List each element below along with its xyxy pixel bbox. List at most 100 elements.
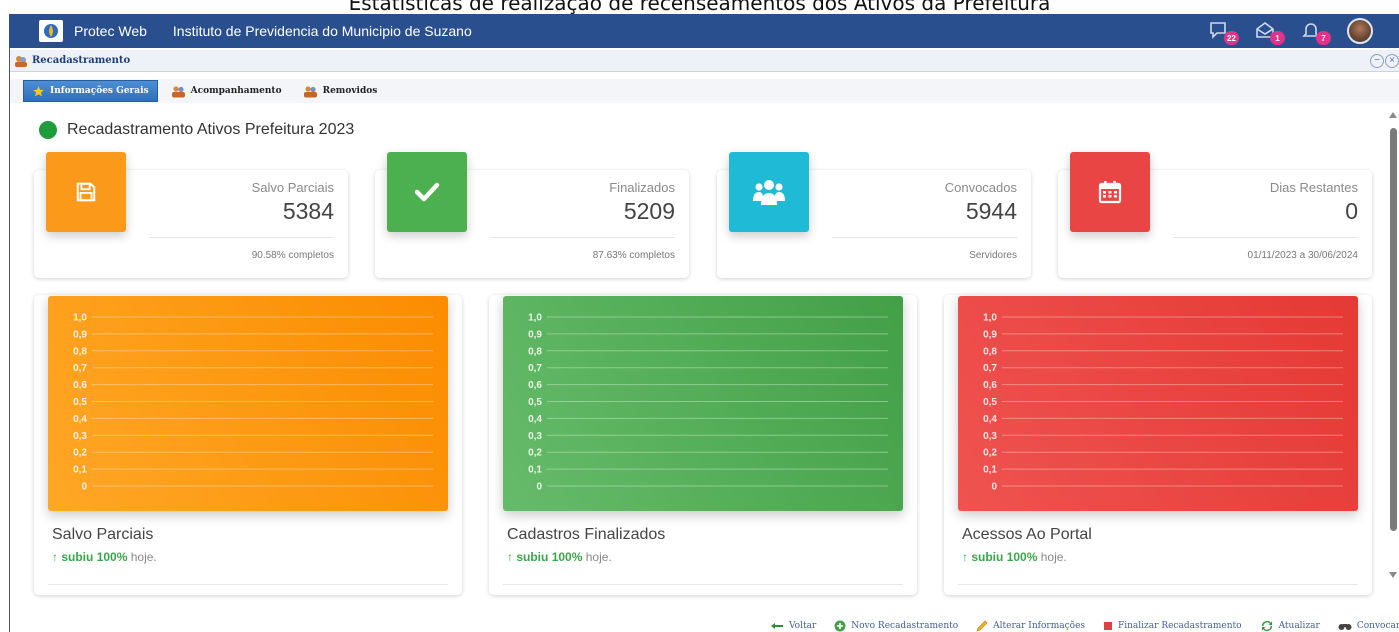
convocar-button[interactable]: Convocar — [1338, 621, 1399, 631]
minimize-icon[interactable]: − — [1370, 53, 1384, 68]
y-tick-label: 0,2 — [983, 448, 997, 459]
divider — [149, 237, 334, 238]
stat-label: Salvo Parciais — [251, 180, 334, 195]
envelope-notification[interactable]: 1 — [1255, 21, 1285, 45]
action-label: Convocar — [1356, 621, 1399, 631]
stat-label: Dias Restantes — [1269, 180, 1358, 195]
envelope-badge: 1 — [1270, 31, 1285, 45]
y-tick-label: 0,1 — [73, 465, 87, 476]
tab-acompanhamento[interactable]: Acompanhamento — [163, 80, 290, 102]
stat-value: 5944 — [965, 198, 1017, 224]
y-tick-label: 0 — [536, 482, 542, 493]
y-tick-label: 0,8 — [73, 346, 87, 357]
y-tick-label: 0,6 — [983, 380, 997, 391]
trend-prefix: subiu — [971, 550, 1004, 564]
stat-label: Convocados — [944, 180, 1017, 195]
institution-name: Instituto de Previdencia do Municipio de… — [172, 23, 472, 39]
close-icon[interactable]: × — [1385, 53, 1399, 68]
stat-card-finalizados: Finalizados 5209 87.63% completos — [375, 152, 689, 278]
refresh-icon — [1261, 621, 1272, 631]
scrollbar[interactable] — [1388, 110, 1399, 582]
bell-notification[interactable]: 7 — [1301, 21, 1331, 45]
scroll-thumb[interactable] — [1390, 128, 1397, 531]
bell-badge: 7 — [1316, 31, 1331, 45]
y-tick-label: 0,5 — [528, 397, 542, 408]
y-tick-label: 0,9 — [73, 329, 87, 340]
y-tick-label: 0,2 — [73, 448, 87, 459]
finalizar-recadastramento-button[interactable]: Finalizar Recadastramento — [1103, 621, 1242, 631]
y-tick-label: 0,4 — [73, 414, 87, 425]
stat-card-dias-restantes: Dias Restantes 0 01/11/2023 a 30/06/2024 — [1058, 152, 1372, 278]
action-bar: Voltar Novo Recadastramento Alterar Info… — [770, 620, 1399, 632]
stat-icon-box — [1070, 152, 1150, 232]
tab-label: Informações Gerais — [50, 86, 149, 96]
app-name[interactable]: Protec Web — [74, 23, 147, 39]
trend-value: 100% — [551, 550, 583, 564]
y-tick-label: 0 — [991, 482, 997, 493]
novo-recadastramento-button[interactable]: Novo Recadastramento — [834, 620, 958, 632]
app-logo[interactable] — [39, 20, 63, 42]
tab-removidos[interactable]: Removidos — [295, 80, 386, 102]
trend-up-arrow-icon: ↑ — [52, 550, 58, 564]
chart-card-cadastros-finalizados: 1,0 0,9 0,8 0,7 0,6 0,5 0,4 0,3 0,2 0,1 0 Cadastro… — [489, 295, 917, 595]
y-tick-label: 0,9 — [528, 329, 542, 340]
action-label: Finalizar Recadastramento — [1118, 621, 1242, 631]
chat-notification[interactable]: 22 — [1209, 21, 1239, 45]
stat-value: 5384 — [282, 198, 334, 224]
chart-svg: 1,0 0,9 0,8 0,7 0,6 0,5 0,4 0,3 0,2 0,1 0 — [528, 313, 888, 493]
chart-svg: 1,0 0,9 0,8 0,7 0,6 0,5 0,4 0,3 0,2 0,1 0 — [73, 313, 433, 493]
divider — [958, 584, 1358, 585]
avatar[interactable] — [1347, 18, 1373, 44]
status-dot-icon — [39, 121, 57, 139]
voltar-button[interactable]: Voltar — [770, 621, 816, 631]
trend-prefix: subiu — [61, 550, 94, 564]
divider — [48, 584, 448, 585]
section-title: Recadastramento Ativos Prefeitura 2023 — [39, 121, 354, 139]
y-tick-label: 0,3 — [528, 431, 542, 442]
action-label: Voltar — [789, 621, 817, 631]
y-tick-label: 0,6 — [528, 380, 542, 391]
tab-label: Removidos — [322, 86, 378, 96]
stat-card-convocados: Convocados 5944 Servidores — [717, 152, 1031, 278]
trend-suffix: hoje. — [130, 550, 157, 564]
chart-title: Acessos Ao Portal — [962, 526, 1092, 543]
chart-area: 1,0 0,9 0,8 0,7 0,6 0,5 0,4 0,3 0,2 0,1 0 — [958, 296, 1358, 511]
binoculars-icon — [1338, 624, 1352, 630]
tab-label: Acompanhamento — [190, 86, 282, 96]
trend-value: 100% — [96, 550, 128, 564]
chart-trend: ↑ subiu 100% hoje. — [507, 550, 612, 564]
trend-suffix: hoje. — [1040, 550, 1067, 564]
scroll-down-icon[interactable] — [1389, 572, 1397, 578]
scroll-up-icon[interactable] — [1389, 112, 1397, 118]
section-title-text: Recadastramento Ativos Prefeitura 2023 — [67, 121, 355, 138]
people-icon — [171, 85, 185, 97]
trend-up-arrow-icon: ↑ — [962, 550, 968, 564]
module-title: Recadastramento — [32, 55, 131, 66]
stat-icon-box — [729, 152, 809, 232]
atualizar-button[interactable]: Atualizar — [1260, 620, 1320, 632]
trend-suffix: hoje. — [585, 550, 612, 564]
divider — [1173, 237, 1358, 238]
page: Estatísticas de realização de recenseame… — [0, 0, 1399, 632]
y-tick-label: 0,7 — [528, 363, 542, 374]
left-border — [9, 48, 10, 632]
chat-badge: 22 — [1224, 31, 1239, 45]
action-label: Atualizar — [1278, 621, 1320, 631]
top-bar: Protec Web Instituto de Previdencia do M… — [9, 14, 1399, 48]
y-tick-label: 0,1 — [528, 465, 542, 476]
y-tick-label: 0,5 — [983, 397, 997, 408]
y-tick-label: 0,7 — [73, 363, 87, 374]
alterar-informacoes-button[interactable]: Alterar Informações — [976, 620, 1085, 632]
star-icon — [33, 85, 44, 96]
chart-svg: 1,0 0,9 0,8 0,7 0,6 0,5 0,4 0,3 0,2 0,1 0 — [983, 313, 1343, 493]
floppy-disk-icon — [76, 182, 96, 202]
tab-informacoes-gerais[interactable]: Informações Gerais — [23, 80, 158, 102]
y-tick-label: 0,5 — [73, 397, 87, 408]
chart-card-acessos-ao-portal: 1,0 0,9 0,8 0,7 0,6 0,5 0,4 0,3 0,2 0,1 0 Acessos … — [944, 295, 1372, 595]
stat-icon-box — [387, 152, 467, 232]
divider — [503, 584, 903, 585]
y-tick-label: 0,9 — [983, 329, 997, 340]
stat-footer: 90.58% completos — [251, 250, 334, 261]
calendar-icon — [1098, 181, 1122, 204]
logo-icon — [44, 24, 58, 38]
